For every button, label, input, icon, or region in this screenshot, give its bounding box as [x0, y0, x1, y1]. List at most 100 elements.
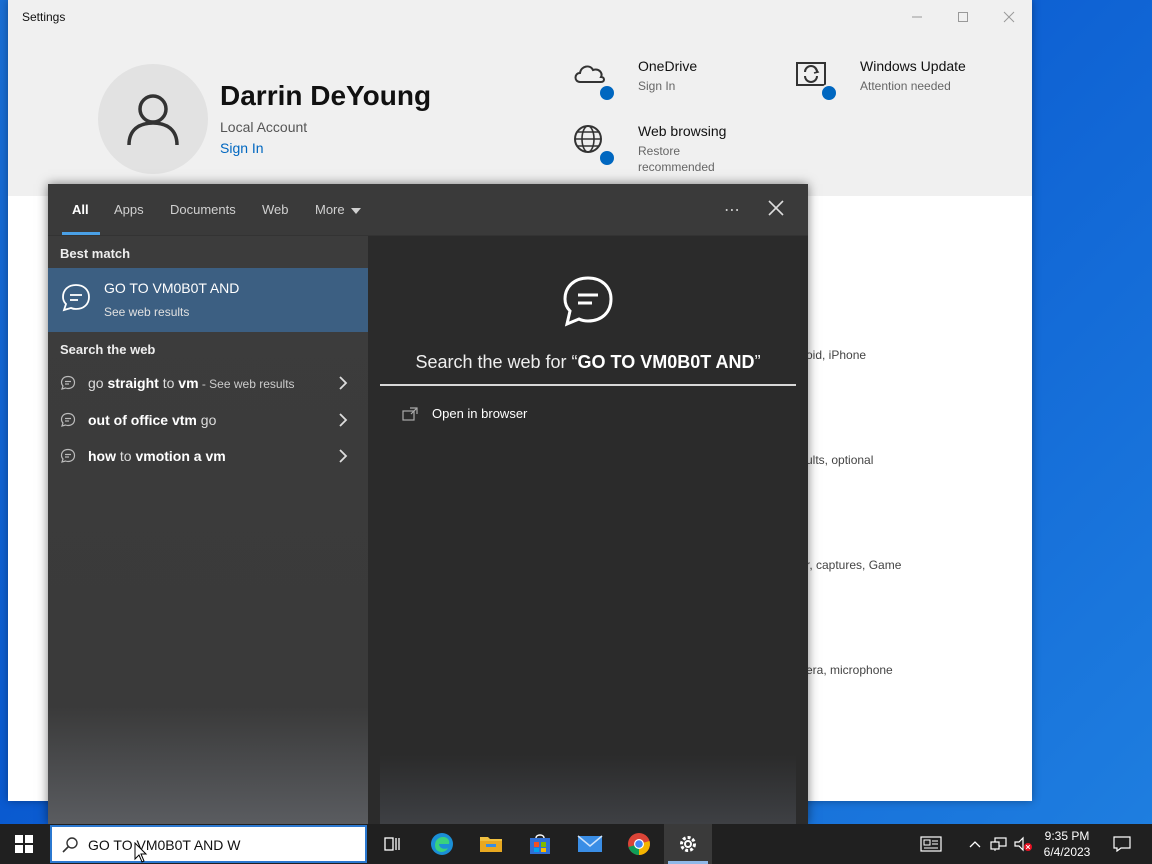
search-web-label: Search the web [60, 342, 156, 357]
store-bag-icon [530, 834, 550, 854]
web-result-row[interactable]: go straight to vm - See web results [48, 366, 368, 400]
windows-update-status: Attention needed [860, 79, 951, 93]
clock[interactable]: 9:35 PM 6/4/2023 [1040, 828, 1094, 860]
task-view-icon [384, 837, 400, 851]
search-flyout: All Apps Documents Web More ⋯ Best match… [48, 184, 808, 824]
search-query-text: GO TO VM0B0T AND W [88, 837, 241, 853]
onedrive-status: Sign In [638, 79, 676, 93]
action-center-button[interactable] [1104, 824, 1140, 864]
mail-button[interactable] [566, 824, 614, 864]
web-browsing-status: Restore recommended [638, 144, 715, 174]
search-bubble-icon [60, 448, 76, 463]
network-icon [990, 837, 1007, 851]
tab-more[interactable]: More [315, 202, 361, 217]
start-button[interactable] [0, 824, 48, 864]
best-match-label: Best match [60, 246, 131, 261]
clock-time: 9:35 PM [1044, 829, 1090, 843]
settings-titlebar: Settings [8, 0, 1032, 34]
windows-logo-icon [15, 835, 33, 853]
account-hero: Darrin DeYoung Local Account Sign In One… [8, 34, 1032, 196]
settings-taskbar-button[interactable] [664, 824, 712, 864]
web-browsing-item[interactable]: Web browsing Restore recommended [572, 123, 748, 175]
active-tab-indicator [62, 232, 100, 235]
open-external-icon [402, 406, 418, 421]
best-match-item[interactable]: GO TO VM0B0T AND See web results [48, 268, 368, 332]
close-search-button[interactable] [764, 196, 788, 220]
volume-button[interactable] [1012, 824, 1034, 864]
chevron-up-icon [969, 841, 981, 848]
web-result-row[interactable]: out of office vtm go [48, 403, 368, 437]
chrome-browser-icon [628, 833, 650, 855]
file-explorer-button[interactable] [467, 824, 515, 864]
edge-taskbar-button[interactable] [418, 824, 466, 864]
maximize-icon [958, 12, 968, 22]
window-title: Settings [22, 10, 66, 24]
gear-icon [680, 836, 696, 852]
sign-in-link[interactable]: Sign In [220, 140, 264, 156]
tab-documents[interactable]: Documents [170, 202, 236, 217]
minimize-icon [912, 16, 922, 18]
task-view-button[interactable] [368, 824, 416, 864]
web-browsing-title: Web browsing [638, 123, 727, 139]
account-type: Local Account [220, 119, 308, 135]
chevron-right-icon [339, 376, 348, 390]
divider [380, 384, 796, 386]
globe-icon [572, 123, 616, 167]
news-icon [920, 836, 942, 852]
search-tabs: All Apps Documents Web More ⋯ [48, 184, 808, 236]
windows-update-title: Windows Update [860, 58, 966, 74]
search-bubble-icon [60, 412, 76, 427]
tab-web[interactable]: Web [262, 202, 289, 217]
chevron-right-icon [339, 449, 348, 463]
peek-text-gaming: r, captures, Game [806, 558, 902, 572]
chrome-button[interactable] [615, 824, 663, 864]
onedrive-title: OneDrive [638, 58, 698, 74]
edge-browser-icon [431, 833, 453, 855]
news-widget-button[interactable] [912, 824, 950, 864]
close-icon [768, 200, 784, 216]
results-list: Best match GO TO VM0B0T AND See web resu… [48, 236, 368, 824]
taskbar-search-input[interactable]: GO TO VM0B0T AND W [50, 825, 367, 863]
user-icon [127, 94, 179, 146]
open-in-browser-button[interactable]: Open in browser [402, 406, 527, 421]
user-name: Darrin DeYoung [220, 80, 432, 111]
close-window-button[interactable] [986, 0, 1032, 34]
search-icon [62, 837, 78, 853]
best-match-title: GO TO VM0B0T AND [104, 280, 240, 296]
notification-icon [1113, 836, 1131, 852]
volume-muted-icon [1014, 836, 1032, 852]
avatar[interactable] [98, 64, 208, 174]
taskbar: GO TO VM0B0T AND W 9:35 PM 6/4/2023 [0, 824, 1152, 864]
peek-text-privacy: era, microphone [806, 663, 893, 677]
web-result-text: go straight to vm - See web results [88, 375, 295, 391]
folder-icon [480, 837, 502, 852]
web-result-text: how to vmotion a vm [88, 448, 226, 464]
search-bubble-icon [60, 375, 76, 390]
onedrive-cloud-icon [572, 58, 616, 102]
open-in-browser-label: Open in browser [432, 406, 528, 421]
clock-date: 6/4/2023 [1043, 845, 1091, 859]
peek-text-phone: oid, iPhone [806, 348, 867, 362]
mail-envelope-icon [577, 835, 603, 852]
chevron-right-icon [339, 413, 348, 427]
store-button[interactable] [516, 824, 564, 864]
onedrive-item[interactable]: OneDrive Sign In [572, 58, 748, 102]
show-hidden-icons-button[interactable] [964, 824, 986, 864]
web-result-row[interactable]: how to vmotion a vm [48, 439, 368, 473]
chat-bubble-icon [62, 284, 90, 312]
close-icon [1003, 11, 1015, 23]
window-controls [894, 0, 1032, 34]
more-options-button[interactable]: ⋯ [724, 200, 741, 220]
windows-update-item[interactable]: Windows Update Attention needed [794, 58, 970, 102]
minimize-button[interactable] [894, 0, 940, 34]
tab-apps[interactable]: Apps [114, 202, 144, 217]
mouse-cursor-icon [134, 842, 148, 863]
network-button[interactable] [988, 824, 1010, 864]
web-result-text: out of office vtm go [88, 412, 217, 428]
tab-all[interactable]: All [72, 202, 89, 217]
tab-more-label: More [315, 202, 345, 217]
peek-text-updates: ults, optional [806, 453, 874, 467]
maximize-button[interactable] [940, 0, 986, 34]
preview-heading: Search the web for “GO TO VM0B0T AND” [415, 352, 761, 372]
caret-down-icon [350, 207, 361, 214]
